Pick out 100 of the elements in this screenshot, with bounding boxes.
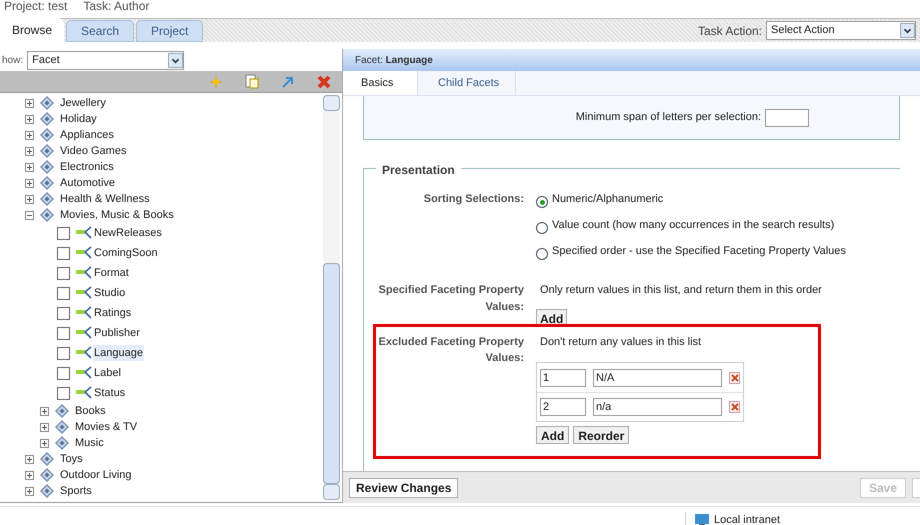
checkbox[interactable] [57, 306, 70, 320]
tab[interactable]: Browse [0, 18, 64, 42]
tree-item[interactable]: Appliances [60, 126, 114, 144]
tab[interactable]: Project [136, 20, 204, 42]
tree-item[interactable]: Video Games [60, 142, 126, 160]
remove-icon[interactable] [729, 401, 740, 413]
radio-label: Value count (how many occurrences in the search results) [552, 218, 834, 233]
facet-icon [76, 346, 92, 360]
tree-item[interactable]: Ratings [93, 304, 132, 322]
expand-icon[interactable] [40, 406, 49, 416]
category-icon [40, 112, 54, 126]
category-icon [40, 176, 54, 190]
remove-icon[interactable] [729, 372, 740, 384]
tree-item[interactable]: Label [93, 364, 122, 382]
collapse-icon[interactable] [25, 210, 34, 220]
tree-item[interactable]: Movies, Music & Books [60, 206, 174, 224]
field-label: Specified Faceting Property Values: [378, 283, 524, 314]
checkbox[interactable] [57, 366, 70, 380]
tab[interactable]: Child Facets [418, 71, 516, 95]
radio-button[interactable] [536, 248, 548, 260]
tree-item[interactable]: Health & Wellness [60, 190, 150, 208]
tree-item[interactable]: Music [75, 434, 104, 452]
order-input[interactable]: 2 [540, 398, 586, 416]
checkbox[interactable] [57, 226, 70, 240]
expand-icon[interactable] [25, 114, 34, 124]
expand-icon[interactable] [25, 146, 34, 156]
category-icon [40, 208, 54, 222]
tree-item[interactable]: Language [93, 344, 144, 362]
radio-label: Specified order - use the Specified Faceting Property Values [552, 244, 846, 259]
expand-icon[interactable] [25, 178, 34, 188]
category-icon [40, 128, 54, 142]
tree-item[interactable]: Sports [60, 482, 92, 500]
chevron-icon [168, 52, 184, 68]
expand-icon[interactable] [25, 454, 34, 464]
delete-icon[interactable] [317, 74, 331, 88]
task-action-label: Task Action: [698, 22, 762, 40]
expand-icon[interactable] [40, 422, 49, 432]
tab[interactable]: Basics [343, 71, 418, 95]
tree-item[interactable]: Outdoor Living [60, 466, 132, 484]
document-icon[interactable] [245, 74, 259, 89]
hint-text: Only return values in this list, and return them in this order [540, 283, 822, 298]
tree-item[interactable]: Electronics [60, 158, 114, 176]
tree-item[interactable]: Movies & TV [75, 418, 138, 436]
category-icon [40, 484, 54, 498]
tree-item[interactable]: Jewellery [60, 94, 106, 112]
expand-icon[interactable] [25, 470, 34, 480]
tree-item[interactable]: Toys [60, 450, 83, 468]
expand-icon[interactable] [25, 98, 34, 108]
facet-icon [76, 306, 92, 320]
min-span-label: Minimum span of letters per selection: [576, 110, 761, 126]
value-input[interactable]: N/A [593, 368, 722, 386]
task-action-dropdown[interactable]: Select Action [766, 21, 916, 40]
review-changes-button[interactable]: Review Changes [349, 478, 458, 498]
radio-button[interactable] [536, 222, 548, 234]
facet-icon [76, 326, 92, 340]
min-span-input[interactable] [765, 108, 809, 126]
field-label: Excluded Faceting Property Values: [378, 334, 524, 366]
category-icon [55, 436, 69, 450]
checkbox[interactable] [57, 246, 70, 260]
expand-icon[interactable] [25, 486, 34, 496]
tree-item[interactable]: Studio [93, 284, 126, 302]
checkbox[interactable] [57, 386, 70, 400]
facet-icon [76, 226, 92, 240]
category-icon [55, 420, 69, 434]
tree-item[interactable]: Publisher [93, 324, 141, 342]
scrollbar[interactable] [323, 95, 340, 500]
radio-button[interactable] [536, 196, 548, 208]
value-input[interactable]: n/a [593, 398, 722, 416]
tree-item[interactable]: Books [75, 402, 106, 420]
checkbox[interactable] [57, 346, 70, 360]
show-label: how: [2, 54, 24, 68]
expand-icon[interactable] [25, 162, 34, 172]
checkbox[interactable] [57, 326, 70, 340]
category-icon [55, 404, 69, 418]
radio-label: Numeric/Alphanumeric [552, 192, 664, 207]
checkbox[interactable] [57, 286, 70, 300]
facet-icon [76, 386, 92, 400]
category-icon [40, 452, 54, 466]
expand-icon[interactable] [40, 438, 49, 448]
show-dropdown[interactable]: Facet [27, 50, 184, 70]
add-button[interactable]: Add [536, 308, 568, 326]
facet-icon [76, 266, 92, 280]
tree-item[interactable]: NewReleases [93, 224, 163, 242]
tree-item[interactable]: Holiday [60, 110, 97, 128]
checkbox[interactable] [57, 266, 70, 280]
tab[interactable]: Search [66, 20, 134, 42]
project-label: Project: test [4, 0, 68, 13]
chevron-icon [900, 23, 915, 38]
order-input[interactable]: 1 [540, 368, 586, 386]
tree-item[interactable]: Automotive [60, 174, 116, 192]
tree-item[interactable]: ComingSoon [93, 244, 159, 262]
table-action-button[interactable]: Add [536, 426, 570, 444]
panel-title: Facet: Language [355, 54, 433, 68]
zone-label: Local intranet [714, 512, 780, 525]
category-icon [40, 468, 54, 482]
expand-icon[interactable] [25, 194, 34, 204]
table-action-button[interactable]: Reorder [573, 426, 630, 444]
tree-item[interactable]: Status [93, 384, 126, 402]
expand-icon[interactable] [25, 130, 34, 140]
tree-item[interactable]: Format [93, 264, 130, 282]
